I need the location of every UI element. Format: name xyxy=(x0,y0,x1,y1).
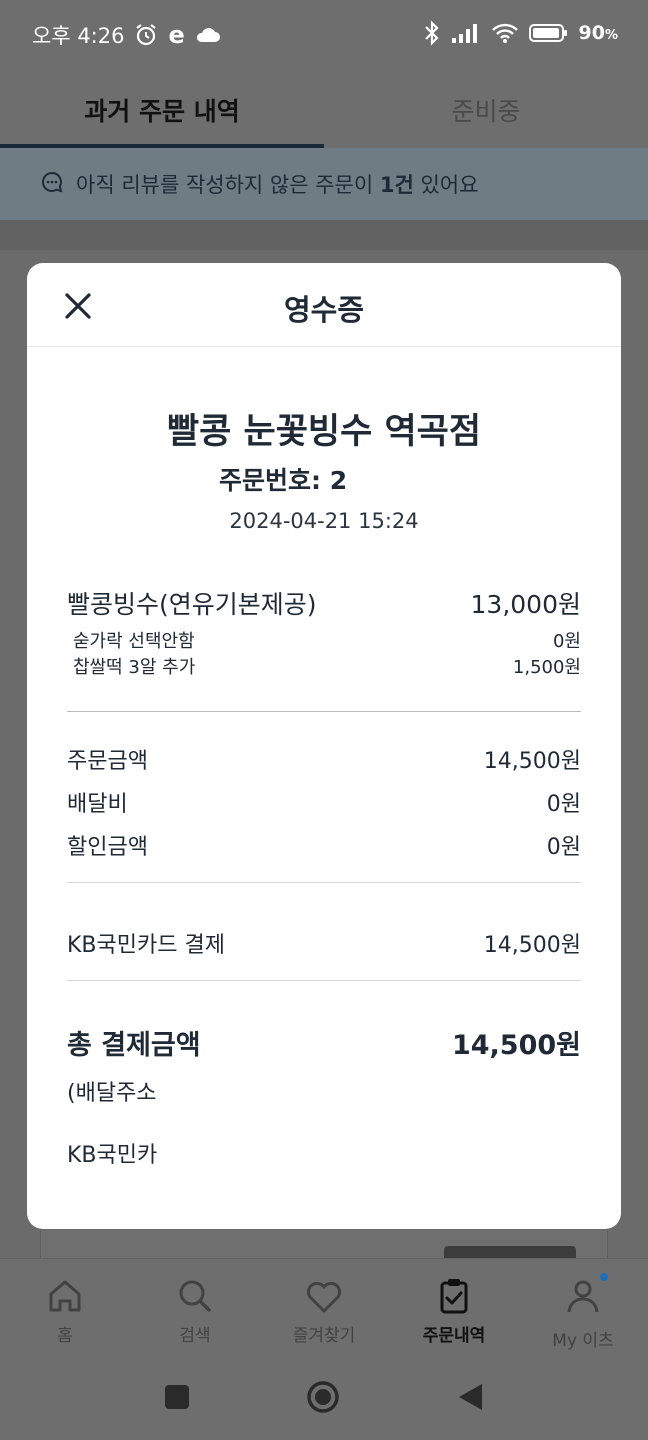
square-icon xyxy=(165,1385,189,1409)
option-row: 숟가락 선택안함 0원 xyxy=(67,627,581,653)
option-price: 0원 xyxy=(552,631,581,652)
home-icon xyxy=(49,1280,81,1312)
summary-value: 14,500원 xyxy=(483,749,581,774)
circle-home-icon xyxy=(307,1381,339,1413)
signal-icon xyxy=(451,22,481,44)
option-row: 찹쌀떡 3알 추가 1,500원 xyxy=(67,653,581,679)
nav-home[interactable]: 홈 xyxy=(0,1277,130,1346)
divider xyxy=(67,711,581,712)
order-datetime: 2024-04-21 15:24 xyxy=(229,509,419,533)
recent-apps-button[interactable] xyxy=(164,1384,190,1414)
payment-method-label: KB국민카드 결제 xyxy=(67,933,225,958)
modal-header: 영수증 xyxy=(27,263,621,347)
notification-dot xyxy=(600,1273,608,1281)
tab-preparing[interactable]: 준비중 xyxy=(324,72,648,148)
battery-icon xyxy=(528,23,569,43)
receipt-modal: 영수증 빨콩 눈꽃빙수 역곡점 주문번호: 2 2024-04-21 15:24… xyxy=(27,263,621,1229)
divider xyxy=(67,882,581,883)
payment-method-row: KB국민카드 결제 14,500원 xyxy=(67,927,581,959)
status-time: 오후 4:26 xyxy=(32,24,125,48)
total-payment-row: 총 결제금액 14,500원 xyxy=(67,1023,581,1062)
section-gap xyxy=(0,220,648,250)
summary-value: 0원 xyxy=(546,835,581,860)
nav-label: 검색 xyxy=(179,1326,211,1346)
chat-bubble-icon xyxy=(40,170,64,199)
summary-row-delivery-fee: 배달비 0원 xyxy=(67,786,581,818)
option-name: 찹쌀떡 3알 추가 xyxy=(73,657,196,678)
store-name: 빨콩 눈꽃빙수 역곡점 xyxy=(166,412,482,452)
nav-favorites[interactable]: 즐겨찾기 xyxy=(259,1277,389,1346)
back-button[interactable] xyxy=(456,1382,484,1416)
bottom-navigation: 홈 검색 즐겨찾기 주문내역 My 이츠 xyxy=(0,1258,648,1358)
nav-label: 즐겨찾기 xyxy=(292,1326,356,1346)
summary-row-discount: 할인금액 0원 xyxy=(67,829,581,861)
nav-label: My 이츠 xyxy=(552,1331,614,1351)
order-tabs: 과거 주문 내역 준비중 xyxy=(0,72,648,148)
notice-text: 아직 리뷰를 작성하지 않은 주문이 1건 있어요 xyxy=(76,173,479,197)
heart-icon xyxy=(306,1281,342,1313)
back-triangle-icon xyxy=(459,1384,482,1410)
card-info: KB국민카 xyxy=(67,1143,158,1168)
nav-my-eats[interactable]: My 이츠 xyxy=(518,1273,648,1351)
search-icon xyxy=(179,1280,211,1312)
battery-level: 90% xyxy=(578,22,618,44)
summary-label: 배달비 xyxy=(67,792,128,817)
nav-search[interactable]: 검색 xyxy=(130,1277,260,1346)
summary-value: 0원 xyxy=(546,792,581,817)
summary-row-order-amount: 주문금액 14,500원 xyxy=(67,743,581,775)
option-price: 1,500원 xyxy=(512,657,581,678)
payment-method-amount: 14,500원 xyxy=(483,933,581,958)
clipboard-check-icon xyxy=(440,1279,468,1314)
carrier-badge: e xyxy=(168,21,185,49)
divider xyxy=(67,980,581,981)
nav-label: 홈 xyxy=(57,1326,73,1346)
nav-orders[interactable]: 주문내역 xyxy=(389,1277,519,1346)
option-name: 숟가락 선택안함 xyxy=(73,631,195,652)
user-icon xyxy=(567,1280,599,1313)
summary-label: 주문금액 xyxy=(67,749,148,774)
total-value: 14,500원 xyxy=(451,1030,581,1061)
cloud-icon xyxy=(195,24,221,46)
menu-item-row: 빨콩빙수(연유기본제공) 13,000원 xyxy=(67,585,581,621)
total-label: 총 결제금액 xyxy=(67,1030,201,1061)
modal-title: 영수증 xyxy=(283,293,365,327)
tab-past-orders[interactable]: 과거 주문 내역 xyxy=(0,72,324,148)
menu-item-price: 13,000원 xyxy=(470,590,581,619)
wifi-icon xyxy=(491,22,519,44)
status-bar: 오후 4:26 e 90% xyxy=(0,0,648,72)
alarm-icon xyxy=(134,23,158,47)
system-navigation-bar xyxy=(0,1358,648,1440)
summary-label: 할인금액 xyxy=(67,835,148,860)
nav-label: 주문내역 xyxy=(422,1326,486,1346)
review-notice-banner[interactable]: 아직 리뷰를 작성하지 않은 주문이 1건 있어요 xyxy=(0,148,648,220)
menu-item-name: 빨콩빙수(연유기본제공) xyxy=(67,590,317,619)
home-button[interactable] xyxy=(306,1380,340,1418)
order-number: 주문번호: 2 xyxy=(219,466,348,495)
bluetooth-icon xyxy=(423,20,441,46)
delivery-address: (배달주소 xyxy=(67,1081,157,1106)
